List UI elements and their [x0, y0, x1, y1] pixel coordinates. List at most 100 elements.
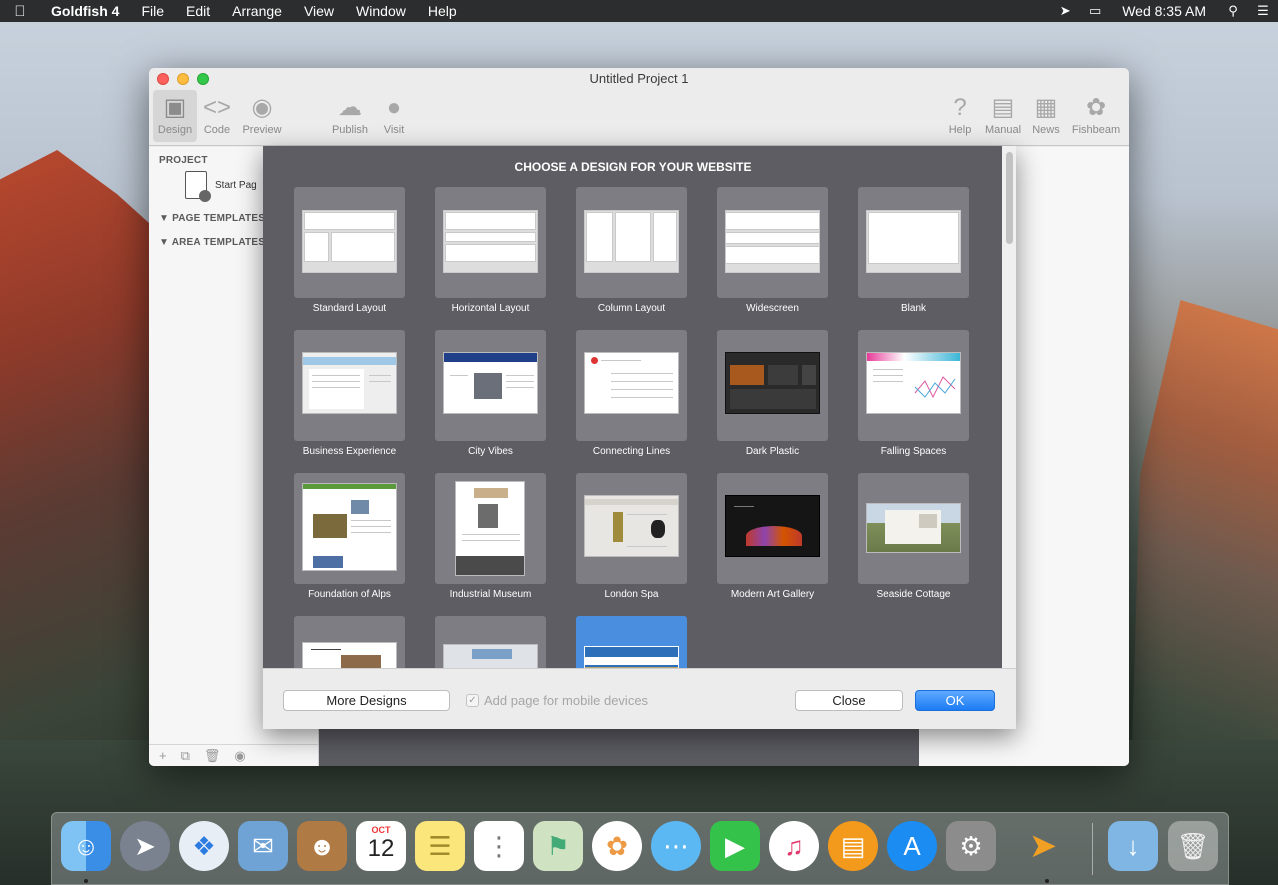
newspaper-icon: ▦	[1034, 94, 1058, 121]
cloud-upload-icon: ☁	[338, 94, 362, 121]
duplicate-icon[interactable]: ⧉	[181, 748, 190, 764]
design-name: Dark Plastic	[745, 446, 800, 457]
manual-button[interactable]: ▤ Manual	[981, 90, 1025, 142]
reminders-icon[interactable]: ⋮	[474, 821, 524, 871]
design-grid: CHOOSE A DESIGN FOR YOUR WEBSITE Standar…	[263, 146, 1002, 668]
design-name: Business Experience	[302, 446, 397, 457]
design-tile-business-experience[interactable]: Business Experience	[294, 330, 405, 457]
design-tile-column-layout[interactable]: Column Layout	[576, 187, 687, 314]
menu-file[interactable]: File	[130, 3, 175, 19]
design-name: Industrial Museum	[449, 589, 532, 600]
book-icon: ▤	[991, 94, 1015, 121]
app-store-icon[interactable]: A	[887, 821, 937, 871]
design-tile-blank[interactable]: Blank	[858, 187, 969, 314]
launchpad-icon[interactable]: ➤	[120, 821, 170, 871]
design-tile-connecting-lines[interactable]: Connecting Lines	[576, 330, 687, 457]
code-button[interactable]: <> Code	[195, 90, 239, 142]
window-title: Untitled Project 1	[589, 71, 689, 86]
ibooks-icon[interactable]: ▤	[828, 821, 878, 871]
eye-icon: ◉	[251, 94, 273, 121]
goldfish-status-icon[interactable]: ➤	[1050, 3, 1080, 19]
design-name: Modern Art Gallery	[730, 589, 815, 600]
apple-menu-icon[interactable]: 	[0, 3, 40, 20]
design-icon: ▣	[163, 94, 187, 121]
mail-icon[interactable]: ✉	[238, 821, 288, 871]
photos-icon[interactable]: ✿	[592, 821, 642, 871]
messages-icon[interactable]: ⋯	[651, 821, 701, 871]
news-button[interactable]: ▦ News	[1024, 90, 1068, 142]
area-templates-heading[interactable]: ▼ AREA TEMPLATES	[159, 237, 265, 248]
safari-icon[interactable]: ❖	[179, 821, 229, 871]
more-designs-button[interactable]: More Designs	[283, 690, 450, 711]
spotlight-search-icon[interactable]: ⚲	[1218, 3, 1248, 19]
visibility-icon[interactable]: ◉	[234, 748, 245, 764]
system-preferences-icon[interactable]: ⚙	[946, 821, 996, 871]
menu-window[interactable]: Window	[345, 3, 417, 19]
page-icon	[185, 171, 211, 202]
facetime-icon[interactable]: ▶	[710, 821, 760, 871]
page-templates-heading[interactable]: ▼ PAGE TEMPLATES	[159, 213, 265, 224]
mobile-devices-checkbox[interactable]: ✓ Add page for mobile devices	[466, 693, 648, 708]
design-tile-city-vibes[interactable]: City Vibes	[435, 330, 546, 457]
menu-arrange[interactable]: Arrange	[221, 3, 293, 19]
design-tile-row4-3[interactable]	[576, 616, 687, 668]
notification-center-icon[interactable]: ☰	[1248, 3, 1278, 19]
design-tile-london-spa[interactable]: London Spa	[576, 473, 687, 600]
design-tile-row4-2[interactable]	[435, 616, 546, 668]
fishbeam-button[interactable]: ✿ Fishbeam	[1071, 90, 1121, 142]
start-page-item[interactable]: Start Pag	[185, 171, 257, 202]
design-name: Horizontal Layout	[451, 303, 530, 314]
question-icon: ?	[953, 94, 967, 121]
visit-button[interactable]: ● Visit	[372, 90, 416, 142]
add-icon[interactable]: +	[159, 748, 167, 763]
minimize-window-button[interactable]	[177, 73, 189, 85]
publish-button[interactable]: ☁ Publish	[328, 90, 372, 142]
maps-icon[interactable]: ⚑	[533, 821, 583, 871]
design-button[interactable]: ▣ Design	[153, 90, 197, 142]
finder-icon[interactable]: ☺	[61, 821, 111, 871]
menu-edit[interactable]: Edit	[175, 3, 221, 19]
menu-clock[interactable]: Wed 8:35 AM	[1110, 3, 1218, 19]
window-titlebar: Untitled Project 1	[149, 68, 1129, 90]
calendar-icon[interactable]: OCT 12	[356, 821, 406, 871]
window-toolbar: ▣ Design <> Code ◉ Preview ☁ Publish ● V…	[149, 90, 1129, 146]
dialog-scrollbar[interactable]	[1002, 146, 1016, 668]
trash-small-icon[interactable]: 🗑	[204, 748, 221, 764]
menu-bar:  Goldfish 4 File Edit Arrange View Wind…	[0, 0, 1278, 22]
scroll-thumb[interactable]	[1006, 152, 1013, 244]
preview-button[interactable]: ◉ Preview	[240, 90, 284, 142]
help-button[interactable]: ? Help	[938, 90, 982, 142]
design-name: Foundation of Alps	[308, 589, 391, 600]
menu-view[interactable]: View	[293, 3, 345, 19]
code-icon: <>	[202, 94, 232, 121]
contacts-icon[interactable]: ☻	[297, 821, 347, 871]
app-menu[interactable]: Goldfish 4	[40, 3, 130, 19]
design-tile-falling-spaces[interactable]: Falling Spaces	[858, 330, 969, 457]
ok-button[interactable]: OK	[915, 690, 995, 711]
zoom-window-button[interactable]	[197, 73, 209, 85]
goldfish-icon[interactable]: ➤	[1018, 821, 1068, 871]
dock: ☺ ➤ ❖ ✉ ☻ OCT 12 ☰ ⋮ ⚑ ✿ ⋯ ▶ ♫ ▤ A ⚙ ➤ ↓…	[51, 812, 1229, 885]
menu-help[interactable]: Help	[417, 3, 468, 19]
notes-icon[interactable]: ☰	[415, 821, 465, 871]
design-tile-seaside-cottage[interactable]: Seaside Cottage	[858, 473, 969, 600]
dock-separator	[1092, 823, 1093, 875]
close-button[interactable]: Close	[795, 690, 903, 711]
design-tile-horizontal-layout[interactable]: Horizontal Layout	[435, 187, 546, 314]
chart-sketch-icon	[914, 376, 956, 399]
design-tile-row4-1[interactable]	[294, 616, 405, 668]
downloads-folder-icon[interactable]: ↓	[1108, 821, 1158, 871]
design-tile-industrial-museum[interactable]: Industrial Museum	[435, 473, 546, 600]
display-mirroring-icon[interactable]: ▭	[1080, 3, 1110, 19]
design-tile-widescreen[interactable]: Widescreen	[717, 187, 828, 314]
trash-icon[interactable]: 🗑	[1168, 821, 1218, 871]
design-tile-standard-layout[interactable]: Standard Layout	[294, 187, 405, 314]
close-window-button[interactable]	[157, 73, 169, 85]
checkmark-icon[interactable]: ✓	[466, 694, 479, 707]
design-tile-modern-art-gallery[interactable]: Modern Art Gallery	[717, 473, 828, 600]
design-name: Connecting Lines	[592, 446, 671, 457]
design-name: City Vibes	[468, 446, 513, 457]
itunes-icon[interactable]: ♫	[769, 821, 819, 871]
design-tile-foundation-of-alps[interactable]: Foundation of Alps	[294, 473, 405, 600]
design-tile-dark-plastic[interactable]: Dark Plastic	[717, 330, 828, 457]
